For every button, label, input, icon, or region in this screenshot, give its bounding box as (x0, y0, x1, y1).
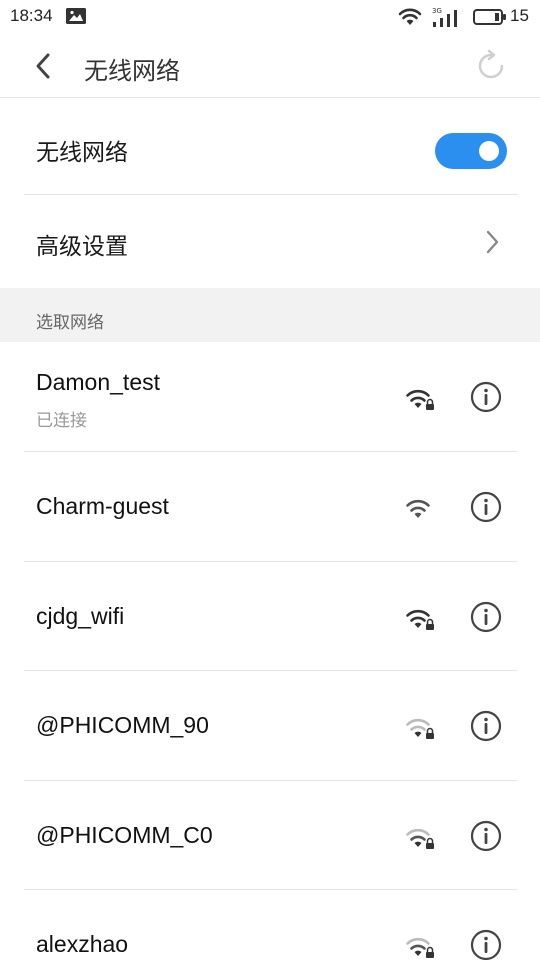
network-ssid: @PHICOMM_90 (36, 712, 209, 738)
network-ssid: cjdg_wifi (36, 603, 125, 629)
network-ssid: alexzhao (36, 931, 129, 957)
battery-percent: 15 (510, 6, 529, 25)
image-notification-icon (66, 8, 86, 24)
wifi-lock-icon (406, 389, 434, 410)
network-ssid: Damon_test (36, 369, 161, 395)
network-item-phicomm-c0[interactable]: @PHICOMM_C0 (0, 781, 540, 891)
network-item-charm-guest[interactable]: Charm-guest (0, 452, 540, 562)
status-bar: 18:34 3G 15 (0, 0, 540, 34)
wifi-toggle-row[interactable]: 无线网络 (0, 99, 540, 195)
toggle-knob (479, 141, 499, 161)
info-icon[interactable] (470, 820, 502, 852)
network-ssid: @PHICOMM_C0 (36, 822, 213, 848)
page-title: 无线网络 (84, 57, 180, 85)
info-icon[interactable] (470, 710, 502, 742)
advanced-settings-row[interactable]: 高级设置 (0, 195, 540, 288)
section-label: 选取网络 (36, 313, 104, 333)
info-icon[interactable] (470, 601, 502, 633)
network-item-phicomm-90[interactable]: @PHICOMM_90 (0, 671, 540, 781)
back-arrow-icon (36, 53, 50, 79)
network-ssid: Charm-guest (36, 493, 169, 519)
info-icon[interactable] (470, 929, 502, 960)
refresh-icon[interactable] (474, 49, 508, 83)
info-icon[interactable] (470, 491, 502, 523)
wifi-weak-lock-icon (406, 828, 434, 849)
network-item-alexzhao[interactable]: alexzhao (0, 890, 540, 960)
app-header: 无线网络 (0, 34, 540, 98)
back-button[interactable] (26, 48, 60, 84)
wifi-weak-lock-icon (406, 718, 434, 739)
wifi-toggle-label: 无线网络 (36, 140, 128, 166)
wifi-weak-lock-icon (406, 937, 434, 958)
wifi-lock-icon (406, 609, 434, 630)
section-header: 选取网络 (0, 288, 540, 342)
network-status: 已连接 (36, 411, 87, 431)
wifi-status-icon (398, 8, 422, 25)
wifi-icon (406, 499, 430, 518)
cellular-3g-signal-icon: 3G (432, 7, 457, 27)
chevron-right-icon (486, 230, 499, 254)
network-item-cjdg-wifi[interactable]: cjdg_wifi (0, 562, 540, 672)
svg-text:3G: 3G (432, 7, 442, 15)
info-icon[interactable] (470, 381, 502, 413)
battery-icon (473, 9, 506, 25)
network-item-damon-test[interactable]: Damon_test 已连接 (0, 342, 540, 452)
wifi-toggle-switch[interactable] (435, 133, 507, 169)
advanced-settings-label: 高级设置 (36, 234, 128, 260)
status-time: 18:34 (10, 6, 53, 25)
